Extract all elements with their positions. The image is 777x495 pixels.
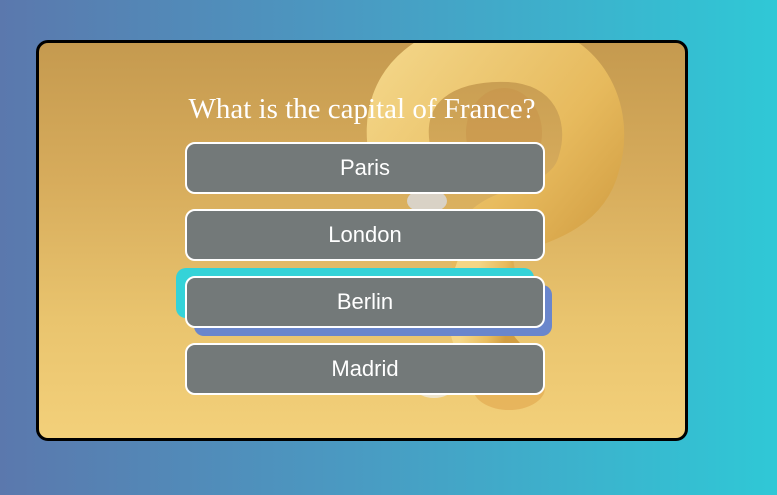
answer-list: Paris London Berlin Madrid xyxy=(176,142,552,410)
answer-button-madrid[interactable]: Madrid xyxy=(185,343,545,395)
answer-button-paris[interactable]: Paris xyxy=(185,142,545,194)
question-text: What is the capital of France? xyxy=(188,93,536,125)
answer-option: Madrid xyxy=(185,343,545,395)
question-title: What is the capital of France? xyxy=(39,93,685,126)
quiz-card: What is the capital of France? Paris Lon… xyxy=(36,40,688,441)
answer-option: London xyxy=(185,209,545,261)
answer-option: Paris xyxy=(185,142,545,194)
answer-option-hovered: Berlin xyxy=(176,268,552,336)
answer-button-berlin[interactable]: Berlin xyxy=(185,276,545,328)
answer-button-london[interactable]: London xyxy=(185,209,545,261)
